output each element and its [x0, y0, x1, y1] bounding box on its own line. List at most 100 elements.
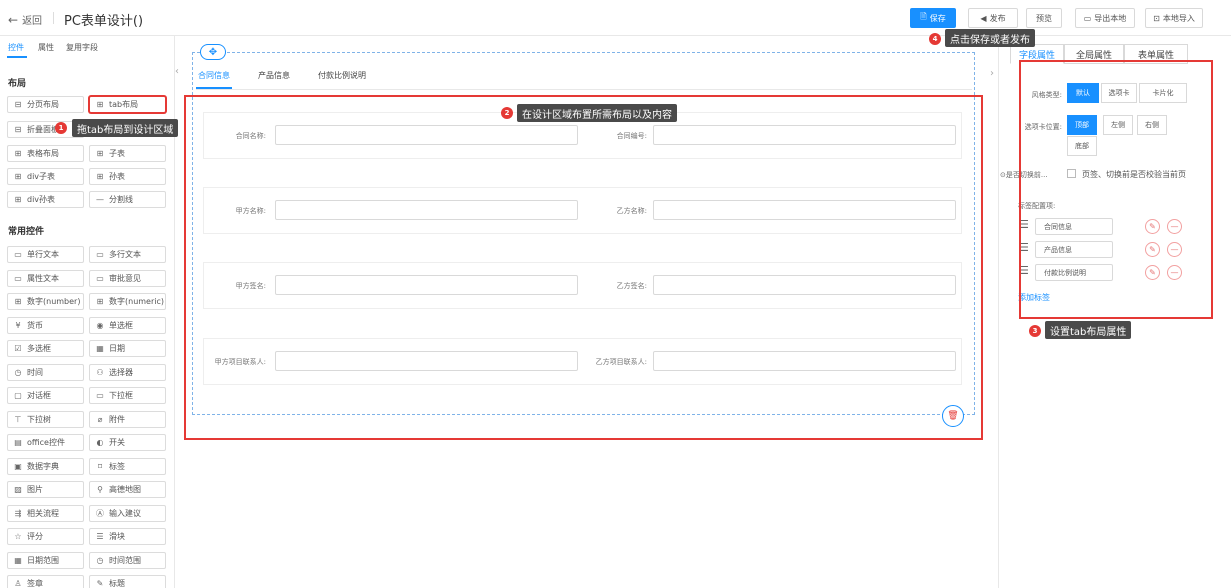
comp-label: 时间	[27, 368, 43, 377]
comp-label: 标题	[109, 579, 125, 588]
comp-item[interactable]: ▣ 数据字典	[7, 458, 84, 475]
comp-label: 下拉树	[27, 415, 51, 424]
comp-label: 分页布局	[27, 100, 59, 109]
comp-item[interactable]: ⚲ 高德地图	[89, 481, 166, 498]
step-badge: 3	[1029, 325, 1041, 337]
comp-item[interactable]: ◷ 时间范围	[89, 552, 166, 569]
comp-divider[interactable]: — 分割线	[89, 191, 166, 208]
arrow-left-icon: ←	[8, 12, 19, 27]
comp-icon: ✎	[96, 579, 104, 588]
comp-label: tab布局	[109, 100, 139, 109]
comp-item[interactable]: ▭ 单行文本	[7, 246, 84, 263]
comp-item[interactable]: ⊤ 下拉树	[7, 411, 84, 428]
div-sub-table-icon: ⊞	[14, 172, 22, 181]
comp-item[interactable]: ⌀ 附件	[89, 411, 166, 428]
comp-item[interactable]: ✎ 标题	[89, 575, 166, 588]
comp-label: 多行文本	[109, 250, 141, 259]
comp-label: 子表	[109, 149, 125, 158]
comp-page-layout[interactable]: ⊟ 分页布局	[7, 96, 84, 113]
left-panel-tabs: 控件 属性 复用字段	[0, 36, 174, 58]
comp-label: 分割线	[109, 195, 133, 204]
collapse-panel-icon: ⊟	[14, 125, 22, 134]
comp-item[interactable]: ☑ 多选框	[7, 340, 84, 357]
comp-icon: Ⓐ	[96, 509, 104, 518]
comp-item[interactable]: ▤ office控件	[7, 434, 84, 451]
step3-tooltip: 设置tab布局属性	[1045, 321, 1132, 339]
comp-icon: ◷	[14, 368, 22, 377]
import-button[interactable]: ⊡ 本地导入	[1145, 8, 1203, 28]
comp-icon: ▭	[96, 391, 104, 400]
comp-item[interactable]: ⌑ 标签	[89, 458, 166, 475]
comp-icon: ▭	[96, 250, 104, 259]
sub-table-icon: ⊞	[96, 149, 104, 158]
preview-button[interactable]: 预览	[1026, 8, 1062, 28]
comp-item[interactable]: ☰ 滑块	[89, 528, 166, 545]
table-layout-icon: ⊞	[14, 149, 22, 158]
tab-properties[interactable]: 属性	[38, 42, 54, 53]
common-section-title: 常用控件	[8, 227, 45, 237]
grandchild-table-icon: ⊞	[96, 172, 104, 181]
comp-item[interactable]: ☆ 评分	[7, 528, 84, 545]
tab-layout-icon: ⊞	[96, 100, 104, 109]
comp-item[interactable]: ⇶ 相关流程	[7, 505, 84, 522]
tab-reuse-fields[interactable]: 复用字段	[66, 42, 98, 53]
move-icon[interactable]: ✥	[200, 44, 226, 60]
comp-icon: ☆	[14, 532, 22, 541]
export-button[interactable]: ▭ 导出本地	[1075, 8, 1135, 28]
comp-label: 属性文本	[27, 274, 59, 283]
comp-grandchild-table[interactable]: ⊞ 孙表	[89, 168, 166, 185]
comp-item[interactable]: ⊞ 数字(numeric)	[89, 293, 166, 310]
comp-label: 日期范围	[27, 556, 59, 565]
design-tab-product[interactable]: 产品信息	[258, 70, 290, 81]
comp-item[interactable]: ▢ 对话框	[7, 387, 84, 404]
comp-item[interactable]: ¥ 货币	[7, 317, 84, 334]
comp-item[interactable]: ▭ 下拉框	[89, 387, 166, 404]
comp-tab-layout[interactable]: ⊞ tab布局	[89, 96, 166, 113]
comp-item[interactable]: ◐ 开关	[89, 434, 166, 451]
comp-item[interactable]: ⊞ 数字(number)	[7, 293, 84, 310]
collapse-left-icon[interactable]: ‹	[175, 66, 179, 77]
comp-item[interactable]: ▦ 日期范围	[7, 552, 84, 569]
comp-icon: ☰	[96, 532, 104, 541]
design-tab-contract[interactable]: 合同信息	[198, 70, 230, 81]
comp-item[interactable]: ▭ 多行文本	[89, 246, 166, 263]
comp-div-sub-table[interactable]: ⊞ div子表	[7, 168, 84, 185]
comp-icon: ⊞	[96, 297, 104, 306]
comp-item[interactable]: ▦ 日期	[89, 340, 166, 357]
comp-item[interactable]: ◷ 时间	[7, 364, 84, 381]
comp-label: 对话框	[27, 391, 51, 400]
comp-item[interactable]: ▭ 属性文本	[7, 270, 84, 287]
send-icon: ◀	[980, 13, 987, 23]
comp-icon: ⚇	[96, 368, 104, 377]
design-tab-payment[interactable]: 付款比例说明	[318, 70, 366, 81]
comp-div-grandchild-table[interactable]: ⊞ div孙表	[7, 191, 84, 208]
save-button[interactable]: 🗎 保存	[910, 8, 956, 28]
comp-label: 相关流程	[27, 509, 59, 518]
comp-item[interactable]: ▨ 图片	[7, 481, 84, 498]
comp-sub-table[interactable]: ⊞ 子表	[89, 145, 166, 162]
comp-label: 评分	[27, 532, 43, 541]
comp-item[interactable]: ◉ 单选框	[89, 317, 166, 334]
page-layout-icon: ⊟	[14, 100, 22, 109]
comp-table-layout[interactable]: ⊞ 表格布局	[7, 145, 84, 162]
comp-label: 输入建议	[109, 509, 141, 518]
comp-label: 日期	[109, 344, 125, 353]
publish-label: 发布	[989, 13, 1006, 23]
comp-label: 多选框	[27, 344, 51, 353]
layout-section-title: 布局	[8, 79, 27, 89]
publish-button[interactable]: ◀ 发布	[968, 8, 1018, 28]
design-active-tab-indicator	[196, 87, 232, 89]
comp-icon: ▦	[14, 556, 22, 565]
comp-icon: ⊤	[14, 415, 22, 424]
comp-item[interactable]: Ⓐ 输入建议	[89, 505, 166, 522]
collapse-right-icon[interactable]: ›	[990, 68, 994, 79]
tab-controls[interactable]: 控件	[8, 42, 24, 53]
step-badge: 2	[501, 107, 513, 119]
comp-item[interactable]: ⚇ 选择器	[89, 364, 166, 381]
preview-label: 预览	[1036, 13, 1052, 23]
comp-label: 孙表	[109, 172, 125, 181]
design-highlight-box	[184, 95, 983, 440]
comp-item[interactable]: ♙ 签章	[7, 575, 84, 588]
comp-item[interactable]: ▭ 审批意见	[89, 270, 166, 287]
back-button[interactable]: ← 返回	[8, 12, 42, 28]
